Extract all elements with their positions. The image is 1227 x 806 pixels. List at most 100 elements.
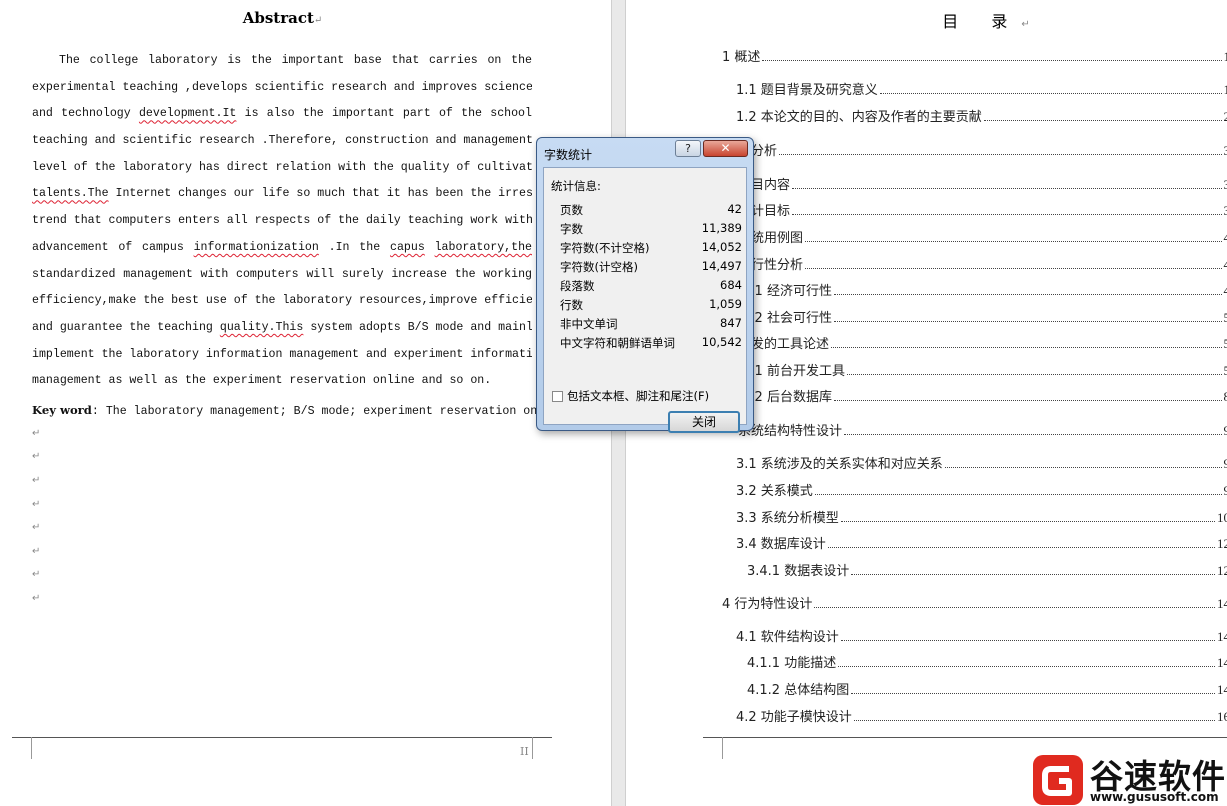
toc-entry-page: 8 — [1223, 389, 1227, 404]
toc-entry[interactable]: 3.1 系统涉及的关系实体和对应关系 9 — [736, 454, 1227, 472]
toc-entry-text: 4.1.2 总体结构图 — [747, 683, 850, 698]
toc-entry[interactable]: 项目内容 3 — [738, 175, 1227, 193]
close-x-button[interactable]: ✕ — [703, 140, 748, 157]
toc-entry-text: 1.1 题目背景及研究意义 — [736, 83, 878, 98]
toc-leader-dots — [944, 467, 1222, 468]
toc-entry[interactable]: .4.2 社会可行性 5 — [738, 308, 1227, 326]
abstract-line: The college laboratory is the important … — [59, 54, 532, 67]
toc-entry[interactable]: 3.3 系统分析模型 10 — [736, 508, 1227, 526]
margin-corner-mark — [700, 737, 723, 759]
margin-corner-mark — [532, 737, 555, 759]
include-textboxes-option[interactable]: 包括文本框、脚注和尾注(F) — [552, 388, 709, 404]
stat-label: 字符数(计空格) — [560, 260, 638, 274]
toc-entry[interactable]: 3.2 关系模式 9 — [736, 481, 1227, 499]
help-button[interactable]: ? — [675, 140, 701, 157]
paragraph-mark: ↵ — [32, 593, 41, 604]
toc-entry-text: .5.1 前台开发工具 — [738, 364, 845, 379]
toc-entry[interactable]: 系统用例图 4 — [738, 228, 1227, 246]
toc-leader-dots — [833, 400, 1222, 401]
stat-value: 1,059 — [709, 297, 742, 311]
toc-entry[interactable]: 1.1 题目背景及研究意义 1 — [736, 80, 1227, 98]
dialog-body: 统计信息: 页数 42 字数 11,389 字符数(不计空格) 14,052 字符数(… — [543, 167, 747, 433]
toc-entry[interactable]: 可行性分析 4 — [738, 255, 1227, 273]
toc-entry-page: 3 — [1223, 177, 1227, 192]
toc-leader-dots — [833, 294, 1222, 295]
toc-leader-dots — [840, 521, 1215, 522]
toc-leader-dots — [840, 640, 1215, 641]
toc-entry[interactable]: 1 概述 1 — [722, 47, 1227, 65]
abstract-line: level of the laboratory has direct relat… — [32, 160, 532, 174]
toc-entry-page: 5 — [1223, 336, 1227, 351]
close-button[interactable]: 关闭 — [668, 411, 740, 433]
toc-leader-dots — [853, 720, 1215, 721]
stat-value: 11,389 — [701, 221, 742, 235]
toc-entry[interactable]: 开发的工具论述 5 — [738, 334, 1227, 352]
paragraph-mark: ↵ — [32, 499, 41, 510]
toc-entry-page: 3 — [1223, 203, 1227, 218]
toc-entry[interactable]: .4.1 经济可行性 4 — [738, 281, 1227, 299]
toc-entry-text: 1 概述 — [722, 50, 761, 65]
toc-entry-text: 3.2 关系模式 — [736, 484, 813, 499]
toc-entry[interactable]: 4.1.2 总体结构图 14 — [747, 680, 1227, 698]
stat-row-non-chinese-words: 非中文单词 847 — [560, 314, 742, 333]
toc-entry-text: 3.3 系统分析模型 — [736, 511, 839, 526]
toc-entry[interactable]: .5.1 前台开发工具 5 — [738, 361, 1227, 379]
toc-leader-dots — [833, 321, 1222, 322]
toc-entry-page: 10 — [1217, 510, 1227, 525]
stat-row-paragraphs: 段落数 684 — [560, 276, 742, 295]
toc-leader-dots — [846, 374, 1222, 375]
paragraph-mark: ↵ — [32, 546, 41, 557]
toc-entry-page: 14 — [1217, 596, 1227, 611]
toc-entry-page: 12 — [1217, 536, 1227, 551]
abstract-line: advancement of campus informationization… — [32, 240, 532, 254]
abstract-line: efficiency,make the best use of the labo… — [32, 294, 532, 308]
toc-entry[interactable]: 3.4 数据库设计 12 — [736, 534, 1227, 552]
stat-label: 中文字符和朝鲜语单词 — [560, 336, 675, 350]
abstract-line: implement the laboratory information man… — [32, 347, 532, 361]
toc-entry-page: 4 — [1223, 257, 1227, 272]
toc-entry-text: 4 行为特性设计 — [722, 597, 813, 612]
dialog-title: 字数统计 — [544, 148, 593, 162]
toc-entry[interactable]: .5.2 后台数据库 8 — [738, 387, 1227, 405]
toc-entry-page: 4 — [1223, 283, 1227, 298]
toc-leader-dots — [792, 214, 1222, 215]
include-textboxes-checkbox[interactable] — [552, 391, 563, 402]
toc-entry[interactable]: 4 行为特性设计 14 — [722, 594, 1227, 612]
stat-row-chars-no-spaces: 字符数(不计空格) 14,052 — [560, 238, 742, 257]
abstract-line: standardized management with computers w… — [32, 267, 532, 281]
stat-value: 42 — [727, 202, 742, 216]
toc-entry[interactable]: 4.1 软件结构设计 14 — [736, 627, 1227, 645]
toc-entry[interactable]: 4.2 功能子模快设计 16 — [736, 707, 1227, 725]
toc-entry[interactable]: 求分析 3 — [738, 141, 1227, 159]
stat-label: 非中文单词 — [560, 317, 618, 331]
toc-entry[interactable]: 设计目标 3 — [738, 201, 1227, 219]
abstract-line: experimental teaching ,develops scientif… — [32, 80, 532, 94]
toc-entry[interactable]: 3.4.1 数据表设计 12 — [747, 561, 1227, 579]
stat-row-words: 字数 11,389 — [560, 219, 742, 238]
toc-leader-dots — [879, 93, 1222, 94]
page-abstract: Abstract↵ The college laboratory is the … — [0, 0, 611, 806]
toc-entry-page: 4 — [1223, 230, 1227, 245]
toc-entry-page: 1 — [1223, 49, 1227, 64]
toc-leader-dots — [779, 154, 1222, 155]
stat-label: 行数 — [560, 298, 583, 312]
toc-leader-dots — [831, 347, 1222, 348]
paragraph-mark: ↵ — [32, 522, 41, 533]
toc-entry-text: 4.1.1 功能描述 — [747, 656, 837, 671]
toc-entry[interactable]: 系统结构特性设计 9 — [738, 421, 1227, 439]
footer-rule — [703, 737, 1227, 738]
word-document-view: Abstract↵ The college laboratory is the … — [0, 0, 1227, 806]
abstract-line: and guarantee the teaching quality.This … — [32, 320, 532, 334]
keyword-label: Key word — [32, 403, 92, 417]
toc-entry[interactable]: 4.1.1 功能描述 14 — [747, 653, 1227, 671]
abstract-line: teaching and scientific research .Theref… — [32, 134, 532, 148]
abstract-line: management as well as the experiment res… — [32, 374, 492, 388]
toc-entry[interactable]: 1.2 本论文的目的、内容及作者的主要贡献 2 — [736, 107, 1227, 125]
paragraph-mark: ↵ — [32, 475, 41, 486]
abstract-paragraph: The college laboratory is the important … — [32, 48, 532, 395]
toc-entry-page: 9 — [1223, 483, 1227, 498]
toc-entry-page: 3 — [1223, 143, 1227, 158]
stat-label: 段落数 — [560, 279, 595, 293]
toc-leader-dots — [838, 666, 1215, 667]
toc-entry-page: 5 — [1223, 310, 1227, 325]
